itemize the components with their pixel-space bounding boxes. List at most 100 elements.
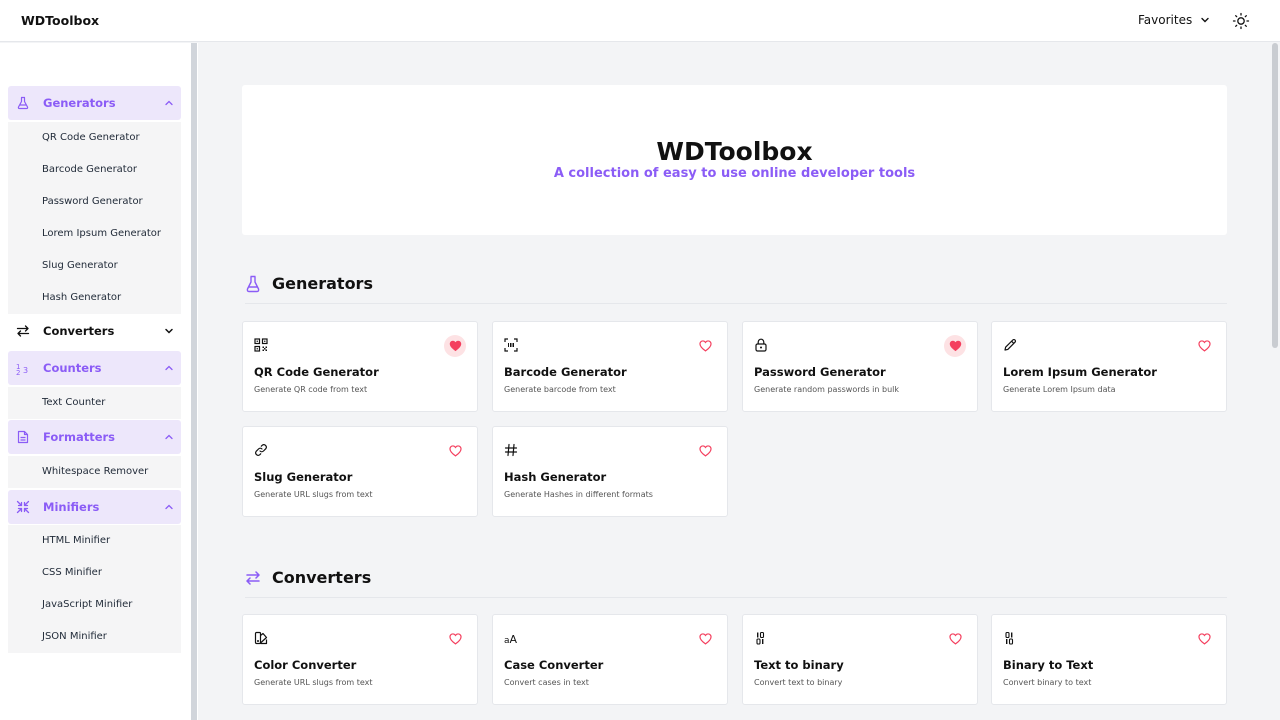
- card-description: Generate URL slugs from text: [254, 678, 373, 687]
- sidebar-group-minifiers[interactable]: Minifiers: [8, 490, 181, 524]
- qr-code-icon: [254, 338, 268, 352]
- heart-outline-icon: [1197, 340, 1211, 352]
- sidebar-item-slug-generator[interactable]: Slug Generator: [8, 250, 181, 282]
- svg-text:3: 3: [23, 366, 28, 375]
- sidebar-group-counters[interactable]: 123 Counters: [8, 351, 181, 385]
- heart-outline-icon: [948, 633, 962, 645]
- case-icon: aA: [504, 633, 518, 645]
- tool-card-hash-generator[interactable]: Hash Generator Generate Hashes in differ…: [492, 426, 728, 517]
- barcode-icon: [504, 338, 518, 352]
- sidebar-group-label: Converters: [43, 324, 115, 338]
- sidebar-item-javascript-minifier[interactable]: JavaScript Minifier: [8, 589, 181, 621]
- card-title: Barcode Generator: [504, 365, 627, 379]
- binary-icon: [756, 631, 765, 645]
- sidebar-group-label: Formatters: [43, 430, 116, 444]
- hero-title: WDToolbox: [656, 137, 813, 166]
- tool-card-barcode-generator[interactable]: Barcode Generator Generate barcode from …: [492, 321, 728, 412]
- favorites-label: Favorites: [1138, 13, 1193, 27]
- tool-card-case-converter[interactable]: aA Case Converter Convert cases in text: [492, 614, 728, 705]
- sidebar-item-whitespace-remover[interactable]: Whitespace Remover: [8, 456, 181, 488]
- sidebar-item-barcode-generator[interactable]: Barcode Generator: [8, 154, 181, 186]
- tool-card-binary-to-text[interactable]: Binary to Text Convert binary to text: [991, 614, 1227, 705]
- chevron-up-icon: [165, 100, 173, 106]
- hash-icon: [504, 443, 518, 457]
- sidebar-item-hash-generator[interactable]: Hash Generator: [8, 282, 181, 314]
- favorite-button[interactable]: [944, 628, 966, 650]
- heart-outline-icon: [698, 633, 712, 645]
- sidebar-minifiers-list: HTML Minifier CSS Minifier JavaScript Mi…: [8, 525, 181, 653]
- favorite-button[interactable]: [944, 335, 966, 357]
- sidebar-scrollbar[interactable]: [191, 43, 197, 720]
- tool-card-qr-code-generator[interactable]: QR Code Generator Generate QR code from …: [242, 321, 478, 412]
- favorite-button[interactable]: [1193, 628, 1215, 650]
- sidebar-item-css-minifier[interactable]: CSS Minifier: [8, 557, 181, 589]
- chevron-up-icon: [165, 365, 173, 371]
- hero-banner: WDToolbox A collection of easy to use on…: [242, 85, 1227, 235]
- sidebar-group-generators[interactable]: Generators: [8, 86, 181, 120]
- flask-icon: [246, 275, 260, 293]
- card-description: Generate Hashes in different formats: [504, 490, 653, 499]
- sidebar-item-password-generator[interactable]: Password Generator: [8, 186, 181, 218]
- card-title: Hash Generator: [504, 470, 607, 484]
- favorite-button[interactable]: [694, 335, 716, 357]
- page-scrollbar[interactable]: [1272, 43, 1278, 348]
- sidebar-item-qr-code-generator[interactable]: QR Code Generator: [8, 122, 181, 154]
- card-description: Generate barcode from text: [504, 385, 616, 394]
- binary-icon: [1005, 631, 1014, 645]
- color-swatch-icon: [254, 631, 268, 645]
- sidebar-group-label: Generators: [43, 96, 116, 110]
- tool-card-text-to-binary[interactable]: Text to binary Convert text to binary: [742, 614, 978, 705]
- favorites-dropdown[interactable]: Favorites: [1138, 13, 1210, 27]
- svg-text:A: A: [510, 633, 518, 645]
- card-title: QR Code Generator: [254, 365, 379, 379]
- lock-icon: [755, 338, 767, 352]
- sidebar-item-text-counter[interactable]: Text Counter: [8, 387, 181, 419]
- tool-card-password-generator[interactable]: Password Generator Generate random passw…: [742, 321, 978, 412]
- favorite-button[interactable]: [1193, 335, 1215, 357]
- arrows-swap-icon: [16, 325, 30, 337]
- sidebar-group-label: Minifiers: [43, 500, 100, 514]
- card-title: Text to binary: [754, 658, 844, 672]
- card-description: Convert cases in text: [504, 678, 589, 687]
- sidebar-counters-list: Text Counter: [8, 387, 181, 419]
- svg-text:2: 2: [16, 369, 20, 375]
- card-title: Slug Generator: [254, 470, 353, 484]
- heart-outline-icon: [448, 445, 462, 457]
- sidebar-formatters-list: Whitespace Remover: [8, 456, 181, 488]
- chevron-up-icon: [165, 434, 173, 440]
- sidebar-item-json-minifier[interactable]: JSON Minifier: [8, 621, 181, 653]
- tool-card-color-converter[interactable]: Color Converter Generate URL slugs from …: [242, 614, 478, 705]
- card-title: Case Converter: [504, 658, 604, 672]
- tool-card-slug-generator[interactable]: Slug Generator Generate URL slugs from t…: [242, 426, 478, 517]
- heart-filled-icon: [449, 340, 461, 352]
- chevron-down-icon: [1201, 17, 1209, 23]
- card-description: Generate random passwords in bulk: [754, 385, 900, 394]
- hero-subtitle: A collection of easy to use online devel…: [553, 166, 916, 181]
- tool-card-lorem-ipsum-generator[interactable]: Lorem Ipsum Generator Generate Lorem Ips…: [991, 321, 1227, 412]
- chevron-up-icon: [165, 504, 173, 510]
- sidebar-group-formatters[interactable]: Formatters: [8, 420, 181, 454]
- card-description: Generate QR code from text: [254, 385, 368, 394]
- sidebar-generators-list: QR Code Generator Barcode Generator Pass…: [8, 122, 181, 314]
- card-description: Convert text to binary: [754, 678, 843, 687]
- sidebar: Generators QR Code Generator Barcode Gen…: [0, 43, 198, 720]
- card-title: Lorem Ipsum Generator: [1003, 365, 1157, 379]
- card-description: Generate Lorem Ipsum data: [1003, 385, 1116, 394]
- favorite-button[interactable]: [694, 628, 716, 650]
- heart-filled-icon: [949, 340, 961, 352]
- sidebar-item-lorem-ipsum-generator[interactable]: Lorem Ipsum Generator: [8, 218, 181, 250]
- link-icon: [255, 444, 267, 456]
- pencil-icon: [1004, 338, 1017, 351]
- section-title: Converters: [272, 568, 372, 587]
- arrows-swap-icon: [246, 571, 260, 585]
- sun-icon[interactable]: [1232, 12, 1250, 30]
- counter-icon: 12 3: [16, 363, 28, 375]
- brand-logo[interactable]: WDToolbox: [21, 13, 99, 28]
- favorite-button[interactable]: [694, 440, 716, 462]
- favorite-button[interactable]: [444, 628, 466, 650]
- sidebar-item-html-minifier[interactable]: HTML Minifier: [8, 525, 181, 557]
- favorite-button[interactable]: [444, 440, 466, 462]
- favorite-button[interactable]: [444, 335, 466, 357]
- compress-icon: [16, 500, 30, 514]
- sidebar-group-converters[interactable]: Converters: [8, 314, 181, 348]
